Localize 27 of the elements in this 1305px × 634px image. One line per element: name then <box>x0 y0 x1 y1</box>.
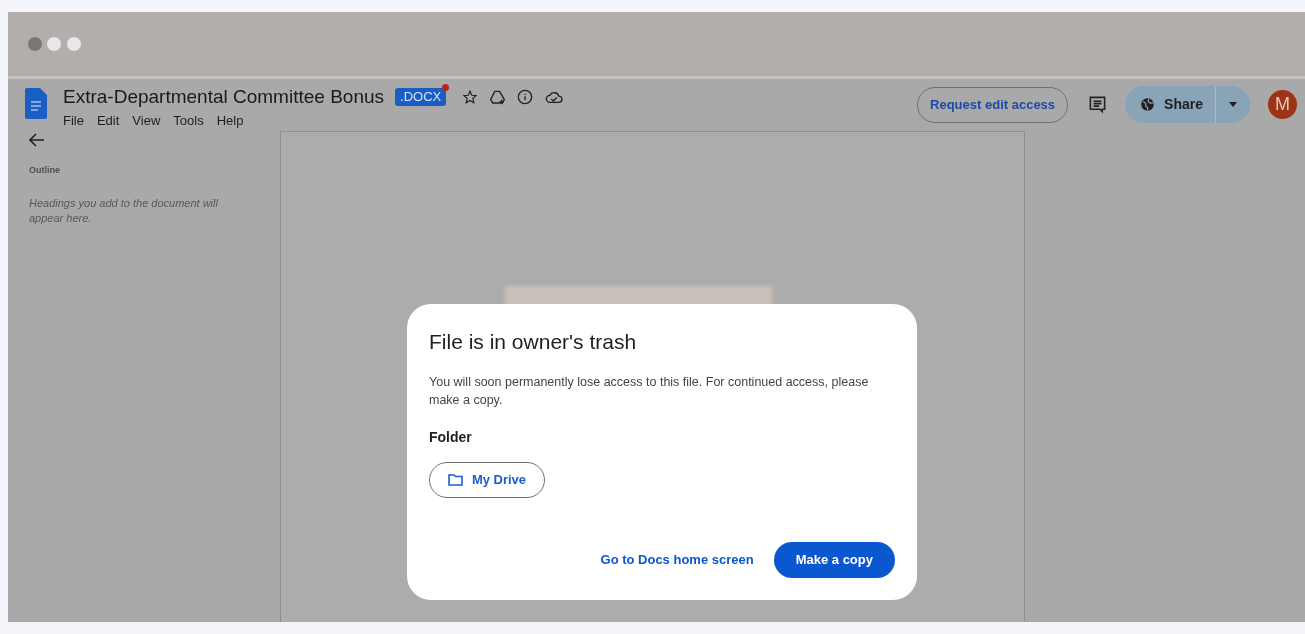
document-title[interactable]: Extra-Departmental Committee Bonus <box>63 85 384 109</box>
home-screen-link[interactable]: Go to Docs home screen <box>598 542 756 578</box>
share-button[interactable]: Share <box>1125 86 1216 123</box>
cloud-check-icon[interactable] <box>545 90 564 104</box>
caret-icon <box>1229 102 1237 107</box>
globe-icon <box>1140 97 1156 112</box>
info-icon[interactable] <box>517 89 534 105</box>
drive-add-icon[interactable] <box>489 89 507 105</box>
make-copy-button[interactable]: Make a copy <box>773 542 895 578</box>
menu-item[interactable]: File <box>63 111 84 131</box>
menu-item[interactable]: Help <box>216 111 244 131</box>
menu-item[interactable]: View <box>132 111 161 131</box>
outline-label: Outline <box>29 164 61 177</box>
avatar[interactable]: M <box>1268 90 1297 119</box>
folder-label: Folder <box>429 427 473 447</box>
comment-icon[interactable] <box>1088 95 1108 114</box>
dialog-message: You will soon permanently lose access to this file. For continued access, please make a copy. <box>429 373 870 409</box>
menu-item[interactable]: Edit <box>96 111 120 131</box>
window-controls-drawing[interactable] <box>27 36 82 52</box>
document-icon[interactable] <box>25 88 47 119</box>
back-arrow-icon[interactable] <box>29 133 45 147</box>
dialog-title: File is in owner's trash <box>429 329 638 355</box>
folder-icon <box>447 473 463 486</box>
star-icon[interactable] <box>463 90 478 104</box>
menu-item[interactable]: Tools <box>173 111 204 131</box>
outline-hint: Headings you add to the document will appear here. <box>29 195 219 226</box>
file-type-badge: .DOCX <box>395 88 447 106</box>
